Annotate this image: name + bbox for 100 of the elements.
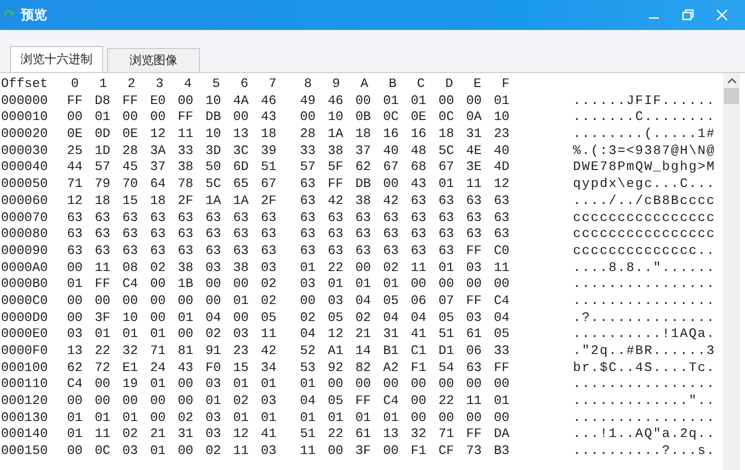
byte-cell-text: 00 bbox=[328, 443, 344, 460]
offset-cell-text: 000060 bbox=[0, 192, 49, 210]
byte-cell-text: 21 bbox=[150, 426, 167, 444]
byte-cell-text: 02 bbox=[233, 393, 250, 410]
offset-cell-text: 0000A0 bbox=[0, 260, 49, 276]
byte-cell-text: 63 bbox=[438, 242, 456, 260]
byte-cell-text: 00 bbox=[67, 393, 84, 410]
offset-cell-text: 0000F0 bbox=[0, 343, 49, 360]
scrollbar[interactable] bbox=[723, 73, 740, 470]
column-header: 0 bbox=[70, 76, 80, 93]
byte-cell-text: 03 bbox=[205, 376, 222, 394]
byte-cell-text: 79 bbox=[94, 176, 112, 193]
byte-cell-text: 18 bbox=[260, 126, 278, 143]
byte-cell-text: 45 bbox=[122, 159, 139, 176]
byte-cell-text: 14 bbox=[355, 343, 372, 360]
column-header: 3 bbox=[154, 76, 165, 93]
byte-cell-text: 01 bbox=[494, 393, 510, 410]
byte-cell-text: 63 bbox=[355, 226, 372, 243]
byte-cell-text: 63 bbox=[410, 226, 428, 243]
byte-cell-text: 28 bbox=[122, 142, 139, 160]
column-header: 7 bbox=[268, 76, 278, 93]
byte-cell-text: 0D bbox=[94, 126, 112, 143]
byte-cell-text: 33 bbox=[178, 142, 194, 160]
byte-cell-text: 05 bbox=[328, 310, 344, 326]
byte-cell-text: 16 bbox=[410, 126, 428, 143]
offset-cell-text: 0000D0 bbox=[0, 310, 49, 326]
byte-cell-text: 33 bbox=[300, 142, 317, 160]
byte-cell-text: 03 bbox=[466, 310, 483, 326]
byte-cell-text: 63 bbox=[438, 226, 456, 243]
byte-cell-text: 63 bbox=[466, 360, 483, 376]
byte-cell-text: 63 bbox=[205, 226, 222, 243]
tab[interactable]: 浏览图像 bbox=[107, 48, 200, 72]
tab[interactable]: 浏览十六进制 bbox=[10, 46, 103, 72]
column-header: A bbox=[360, 76, 370, 93]
ascii-cell: br.$C..4S....Tc. bbox=[573, 360, 716, 376]
byte-cell-text: 00 bbox=[178, 393, 194, 410]
byte-cell-text: 57 bbox=[94, 159, 112, 176]
byte-cell-text: 01 bbox=[150, 376, 167, 394]
byte-cell-text: 00 bbox=[410, 393, 428, 410]
byte-cell-text: 12 bbox=[150, 126, 167, 143]
byte-cell-text: 10 bbox=[328, 109, 344, 126]
offset-header: Offset bbox=[0, 76, 49, 93]
byte-cell-text: 00 bbox=[67, 292, 84, 310]
byte-cell-text: 03 bbox=[466, 260, 483, 276]
column-header: D bbox=[444, 76, 454, 93]
ascii-cell: ................ bbox=[573, 292, 716, 310]
byte-cell-text: 63 bbox=[355, 242, 372, 260]
byte-cell-text: 00 bbox=[355, 376, 372, 394]
byte-cell-text: 10 bbox=[122, 310, 139, 326]
close-icon[interactable] bbox=[715, 8, 729, 22]
byte-cell-text: 00 bbox=[355, 92, 372, 110]
byte-cell-text: 22 bbox=[328, 260, 344, 276]
byte-cell-text: 00 bbox=[355, 260, 372, 276]
byte-cell-text: 1A bbox=[233, 192, 250, 210]
byte-cell-text: 00 bbox=[150, 292, 167, 310]
byte-cell-text: 01 bbox=[328, 410, 344, 426]
byte-cell-text: 63 bbox=[178, 226, 194, 243]
byte-cell-text: 11 bbox=[260, 326, 278, 343]
byte-cell-text: 12 bbox=[233, 426, 250, 444]
byte-cell-text: 01 bbox=[355, 276, 372, 293]
byte-cell-text: 01 bbox=[383, 276, 400, 293]
byte-cell-text: 00 bbox=[410, 376, 428, 394]
byte-cell-text: 11 bbox=[178, 126, 194, 143]
byte-cell-text: 00 bbox=[383, 376, 400, 394]
byte-cell-text: 1D bbox=[94, 142, 112, 160]
byte-cell-text: 00 bbox=[438, 410, 456, 426]
byte-cell-text: 61 bbox=[355, 426, 372, 444]
ascii-cell: ...!1..AQ"a.2q.. bbox=[573, 426, 716, 444]
scroll-thumb[interactable] bbox=[724, 88, 739, 104]
byte-cell-text: 63 bbox=[466, 192, 483, 210]
byte-cell-text: 01 bbox=[438, 260, 456, 276]
byte-cell-text: 1A bbox=[328, 126, 344, 143]
byte-cell-text: 51 bbox=[260, 159, 278, 176]
byte-cell-text: 18 bbox=[355, 126, 372, 143]
byte-cell-text: 03 bbox=[205, 426, 222, 444]
byte-cell-text: 63 bbox=[94, 210, 112, 226]
byte-cell-text: 00 bbox=[150, 109, 167, 126]
byte-cell-text: 2F bbox=[178, 192, 194, 210]
byte-cell-text: 01 bbox=[494, 92, 510, 110]
byte-cell-text: 12 bbox=[494, 176, 510, 193]
byte-cell-text: 24 bbox=[150, 360, 167, 376]
byte-cell-text: 04 bbox=[355, 292, 372, 310]
byte-cell-text: 0A bbox=[466, 109, 483, 126]
scroll-up-icon[interactable] bbox=[726, 78, 736, 84]
byte-cell-text: FF bbox=[466, 426, 483, 444]
byte-cell-text: FF bbox=[178, 109, 194, 126]
byte-cell-text: F0 bbox=[205, 360, 222, 376]
byte-cell-text: D1 bbox=[438, 343, 456, 360]
byte-cell-text: 46 bbox=[260, 92, 278, 110]
byte-cell-text: 39 bbox=[260, 142, 278, 160]
byte-cell-text: C4 bbox=[494, 292, 510, 310]
byte-cell-text: DB bbox=[355, 176, 372, 193]
byte-cell-text: 00 bbox=[466, 92, 483, 110]
byte-cell-text: 01 bbox=[300, 260, 317, 276]
ascii-cell: ....8.8.."...... bbox=[573, 260, 716, 276]
ascii-cell: ........(.....1# bbox=[573, 126, 716, 143]
byte-cell-text: 63 bbox=[150, 226, 167, 243]
byte-cell-text: 63 bbox=[383, 210, 400, 226]
restore-icon[interactable] bbox=[681, 8, 695, 22]
byte-cell-text: 00 bbox=[178, 326, 194, 343]
